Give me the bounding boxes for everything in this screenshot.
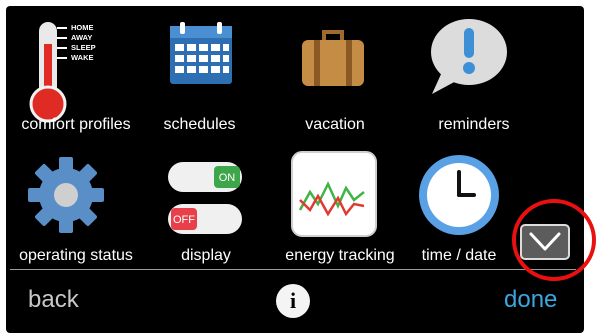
done-button[interactable]: done: [504, 286, 557, 314]
thermometer-icon: HOME AWAY SLEEP WAKE: [29, 22, 96, 123]
mode-wake-text: WAKE: [71, 53, 94, 62]
mode-home-text: HOME: [71, 23, 94, 32]
menu-panel: HOME AWAY SLEEP WAKE comfort profiles sc…: [6, 6, 584, 333]
divider-line: [10, 269, 576, 270]
suitcase-icon: [302, 30, 364, 86]
menu-item-comfort-profiles[interactable]: HOME AWAY SLEEP WAKE comfort profiles: [6, 6, 152, 146]
mode-away-text: AWAY: [71, 33, 92, 42]
info-icon: i: [289, 288, 297, 313]
info-button[interactable]: i: [276, 284, 310, 318]
schedules-label: schedules: [163, 116, 236, 133]
vacation-label: vacation: [305, 116, 365, 133]
menu-item-schedules[interactable]: schedules: [152, 6, 294, 146]
reminders-label: reminders: [438, 116, 510, 133]
speech-bubble-exclamation-icon: [431, 19, 507, 94]
toggle-switches-icon: ON OFF: [168, 162, 242, 234]
calendar-icon: [170, 22, 232, 84]
menu-item-time-date[interactable]: time / date: [408, 146, 516, 270]
comfort-profiles-label: comfort profiles: [21, 116, 131, 133]
line-graph-icon: [291, 151, 377, 237]
gear-icon: [28, 157, 104, 233]
time-date-label: time / date: [421, 247, 497, 264]
back-button[interactable]: back: [28, 286, 79, 314]
menu-item-reminders[interactable]: reminders: [414, 6, 574, 146]
toggle-off-text: OFF: [173, 214, 195, 226]
toggle-on-text: ON: [219, 172, 236, 184]
operating-status-label: operating status: [19, 247, 133, 264]
clock-icon: [419, 155, 499, 235]
highlight-circle: [512, 199, 596, 281]
menu-item-energy-tracking[interactable]: energy tracking: [272, 146, 408, 270]
energy-tracking-label: energy tracking: [285, 247, 395, 264]
mode-sleep-text: SLEEP: [71, 43, 96, 52]
menu-item-operating-status[interactable]: operating status: [6, 146, 152, 270]
display-label: display: [181, 247, 231, 264]
menu-item-vacation[interactable]: vacation: [294, 6, 424, 146]
thermostat-screen: HOME AWAY SLEEP WAKE comfort profiles sc…: [0, 0, 598, 333]
